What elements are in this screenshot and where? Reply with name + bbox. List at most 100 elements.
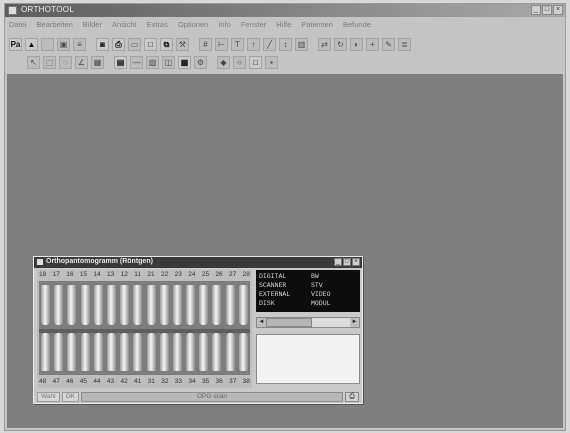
tooth-number: 18	[39, 271, 47, 278]
tooth-number: 16	[66, 271, 74, 278]
xray-minimize-button[interactable]: _	[334, 258, 342, 266]
source-info-row[interactable]: DISK MODUL	[259, 299, 357, 308]
open-icon[interactable]: ▲	[25, 37, 38, 51]
source-info-row[interactable]: SCANNER STV	[259, 281, 357, 290]
measure-angle-icon[interactable]: ∠	[75, 55, 88, 69]
xray-maximize-button[interactable]: □	[343, 258, 351, 266]
source-label: DISK	[259, 300, 275, 307]
tooth	[159, 333, 169, 371]
source-value: BW	[311, 273, 319, 280]
patient-icon[interactable]: Pa	[9, 37, 22, 51]
text-icon[interactable]: T	[231, 37, 244, 51]
tooth-number: 37	[229, 378, 237, 385]
flip-icon[interactable]: ⇄	[318, 37, 331, 51]
pointer-icon[interactable]: ↖	[27, 55, 40, 69]
ruler-icon[interactable]: ⊢	[215, 37, 228, 51]
source-info-row[interactable]: EXTERNAL VIDEO	[259, 290, 357, 299]
ok-button[interactable]: OK	[61, 391, 79, 402]
tile-icon[interactable]: ▤	[114, 55, 127, 69]
lower-tooth-numbers: 48 47 46 45 44 43 42 41 31 32 33 34 35 36 37 38	[39, 378, 250, 385]
monitor-icon[interactable]: ▭	[128, 37, 141, 51]
scroll-right-icon[interactable]: ►	[350, 318, 359, 327]
layout-icon[interactable]: ▦	[178, 55, 191, 69]
arrow-icon[interactable]: ↑	[247, 37, 260, 51]
menu-item[interactable]: Extras	[147, 20, 168, 29]
menu-item[interactable]: Info	[218, 20, 231, 29]
tooth-number: 22	[161, 271, 169, 278]
print-icon[interactable]: ⎙	[345, 391, 359, 402]
calc-icon[interactable]: ▦	[91, 55, 104, 69]
compare-icon[interactable]: ◫	[162, 55, 175, 69]
tools-icon[interactable]: ⚒	[176, 37, 189, 51]
main-toolbar: Pa ▲ ▣ ≡ ◙ ⎙ ▭ □ ⧉ ⚒ # ⊢ T ↑ ╱ ↕ ▥ ⇄ ↻ ◐ + ✎ ≣	[7, 36, 563, 52]
copy-icon[interactable]: ⧉	[160, 37, 173, 51]
menu-item[interactable]: Ansicht	[112, 20, 137, 29]
source-value: MODUL	[311, 300, 331, 307]
save-icon[interactable]: ▪	[265, 55, 278, 69]
tooth	[199, 333, 209, 371]
menu-item[interactable]: Hilfe	[276, 20, 291, 29]
pen-icon[interactable]: ✎	[382, 37, 395, 51]
tooth-number: 13	[107, 271, 115, 278]
contrast-icon[interactable]: ◐	[350, 37, 363, 51]
image-scroll-slider[interactable]: ◄ ►	[256, 317, 360, 328]
grid-icon[interactable]: #	[199, 37, 212, 51]
app-icon	[8, 6, 17, 15]
tooth-number: 11	[134, 271, 142, 278]
upper-tooth-numbers: 18 17 16 15 14 13 12 11 21 22 23 24 25 26 27 28	[39, 271, 250, 278]
scroll-left-icon[interactable]: ◄	[257, 318, 266, 327]
printer-icon[interactable]: ⎙	[112, 37, 125, 51]
square-icon[interactable]: □	[249, 55, 262, 69]
tooth	[80, 333, 90, 371]
maximize-button[interactable]: □	[542, 5, 552, 15]
settings-icon[interactable]: ⚙	[194, 55, 207, 69]
xray-close-button[interactable]: ×	[352, 258, 360, 266]
title-bar[interactable]: ORTHOTOOL _ □ ×	[5, 4, 565, 17]
filter-icon[interactable]: ≣	[398, 37, 411, 51]
panoramic-xray-panel[interactable]: 18 17 16 15 14 13 12 11 21 22 23 24 25 26 27 28 48 47 46 4…	[37, 270, 252, 388]
camera-icon[interactable]: ◙	[96, 37, 109, 51]
zoom-in-icon[interactable]: +	[366, 37, 379, 51]
lasso-icon[interactable]: ◌	[59, 55, 72, 69]
blank-icon[interactable]	[41, 37, 54, 51]
menu-item[interactable]: Bilder	[83, 20, 102, 29]
close-button[interactable]: ×	[553, 5, 563, 15]
tooth-number: 21	[147, 271, 155, 278]
tooth	[106, 333, 116, 371]
scroll-thumb[interactable]	[266, 318, 312, 327]
menu-item[interactable]: Fenster	[241, 20, 266, 29]
chart-icon[interactable]: ▥	[295, 37, 308, 51]
tooth	[172, 285, 182, 325]
menu-item[interactable]: Patienten	[301, 20, 333, 29]
minimize-button[interactable]: _	[531, 5, 541, 15]
image-icon[interactable]: ▨	[146, 55, 159, 69]
select-button[interactable]: Wahl	[37, 391, 60, 402]
notes-area[interactable]	[256, 334, 360, 384]
xray-icon[interactable]: ▣	[57, 37, 70, 51]
select-icon[interactable]: ⬚	[43, 55, 56, 69]
list-icon[interactable]: ≡	[73, 37, 86, 51]
tooth	[54, 285, 64, 325]
menu-item[interactable]: Bearbeiten	[37, 20, 73, 29]
tooth	[146, 285, 156, 325]
menu-item[interactable]: Befunde	[343, 20, 371, 29]
measure-icon[interactable]: ↕	[279, 37, 292, 51]
tooth-number: 36	[215, 378, 223, 385]
line-icon[interactable]: ╱	[263, 37, 276, 51]
xray-window[interactable]: Orthopantomogramm (Röntgen) _ □ × 18 17 16…	[33, 256, 363, 404]
tooth-number: 31	[147, 378, 155, 385]
source-value: STV	[311, 282, 323, 289]
menu-item[interactable]: Optionen	[178, 20, 208, 29]
source-info-row[interactable]: DIGITAL BW	[259, 272, 357, 281]
xray-window-title-bar[interactable]: Orthopantomogramm (Röntgen) _ □ ×	[34, 257, 362, 268]
window-icon[interactable]: □	[144, 37, 157, 51]
circle-icon[interactable]: ○	[233, 55, 246, 69]
tooth	[54, 333, 64, 371]
tooth-number: 46	[66, 378, 74, 385]
tooth	[41, 333, 50, 371]
xray-image[interactable]	[39, 281, 250, 375]
rotate-icon[interactable]: ↻	[334, 37, 347, 51]
hline-icon[interactable]: —	[130, 55, 143, 69]
mark-icon[interactable]: ◆	[217, 55, 230, 69]
menu-item[interactable]: Datei	[9, 20, 27, 29]
